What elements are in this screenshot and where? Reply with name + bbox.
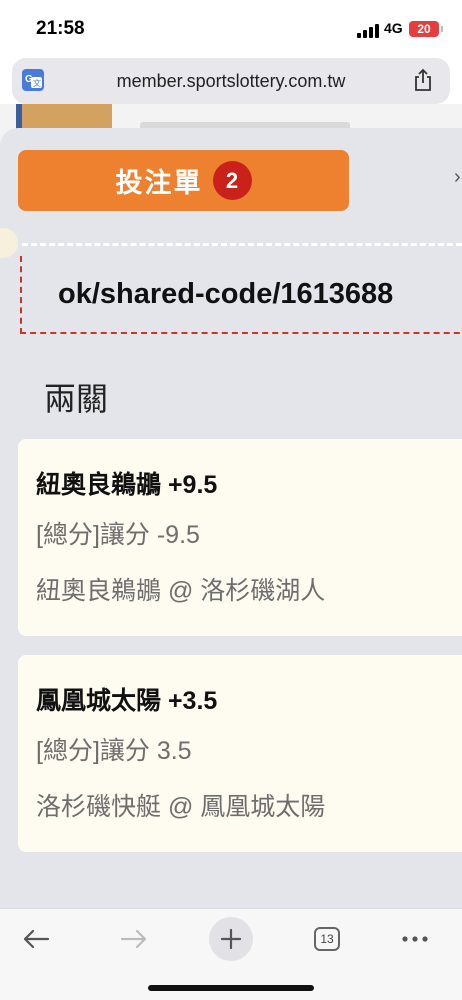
selection-market: [總分]讓分 -9.5 <box>36 521 200 549</box>
signal-icon <box>357 24 379 38</box>
back-button[interactable] <box>14 917 58 961</box>
selection-card[interactable]: 紐奧良鵜鶘 +9.5 [總分]讓分 -9.5 紐奧良鵜鶘 @ 洛杉磯湖人 <box>18 439 462 636</box>
tabs-icon: 13 <box>314 927 340 951</box>
bet-slip-button[interactable]: 投注單 2 <box>18 150 349 211</box>
parlay-type-label: 兩關 <box>44 381 109 417</box>
status-time: 21:58 <box>36 18 85 39</box>
selection-matchup: 洛杉磯快艇 @ 鳳凰城太陽 <box>36 793 326 821</box>
selection-count-badge: 2 <box>212 161 252 200</box>
selection-title: 紐奧良鵜鶘 +9.5 <box>36 471 218 499</box>
new-tab-button[interactable] <box>209 917 253 961</box>
plus-icon <box>220 928 242 950</box>
browser-toolbar: 13 <box>0 908 462 1000</box>
back-arrow-icon <box>23 929 50 949</box>
forward-button[interactable] <box>112 917 156 961</box>
battery-icon: 20 <box>409 21 443 37</box>
bet-slip-sheet: 投注單 2 › ok/shared-code/1613688 兩關 紐奧良鵜鶘 … <box>0 128 462 908</box>
address-bar[interactable]: G 文 member.sportslottery.com.tw <box>12 58 450 104</box>
selection-market: [總分]讓分 3.5 <box>36 737 192 765</box>
forward-arrow-icon <box>120 929 147 949</box>
ticket-divider <box>22 243 462 246</box>
more-button[interactable] <box>393 917 437 961</box>
home-indicator <box>148 985 314 991</box>
more-icon <box>402 936 428 942</box>
selection-matchup: 紐奧良鵜鶘 @ 洛杉磯湖人 <box>36 577 326 605</box>
selection-title: 鳳凰城太陽 +3.5 <box>36 687 218 715</box>
tabs-button[interactable]: 13 <box>305 917 349 961</box>
network-label: 4G <box>384 20 403 36</box>
edge-indicator: › <box>454 166 461 188</box>
ticket-notch <box>0 228 18 258</box>
share-code-text[interactable]: ok/shared-code/1613688 <box>58 278 393 311</box>
share-icon[interactable] <box>412 68 434 92</box>
bet-slip-label: 投注單 <box>115 168 203 198</box>
selection-card[interactable]: 鳳凰城太陽 +3.5 [總分]讓分 3.5 洛杉磯快艇 @ 鳳凰城太陽 <box>18 655 462 852</box>
url-text[interactable]: member.sportslottery.com.tw <box>12 71 450 92</box>
status-bar: 21:58 4G 20 <box>0 0 462 58</box>
